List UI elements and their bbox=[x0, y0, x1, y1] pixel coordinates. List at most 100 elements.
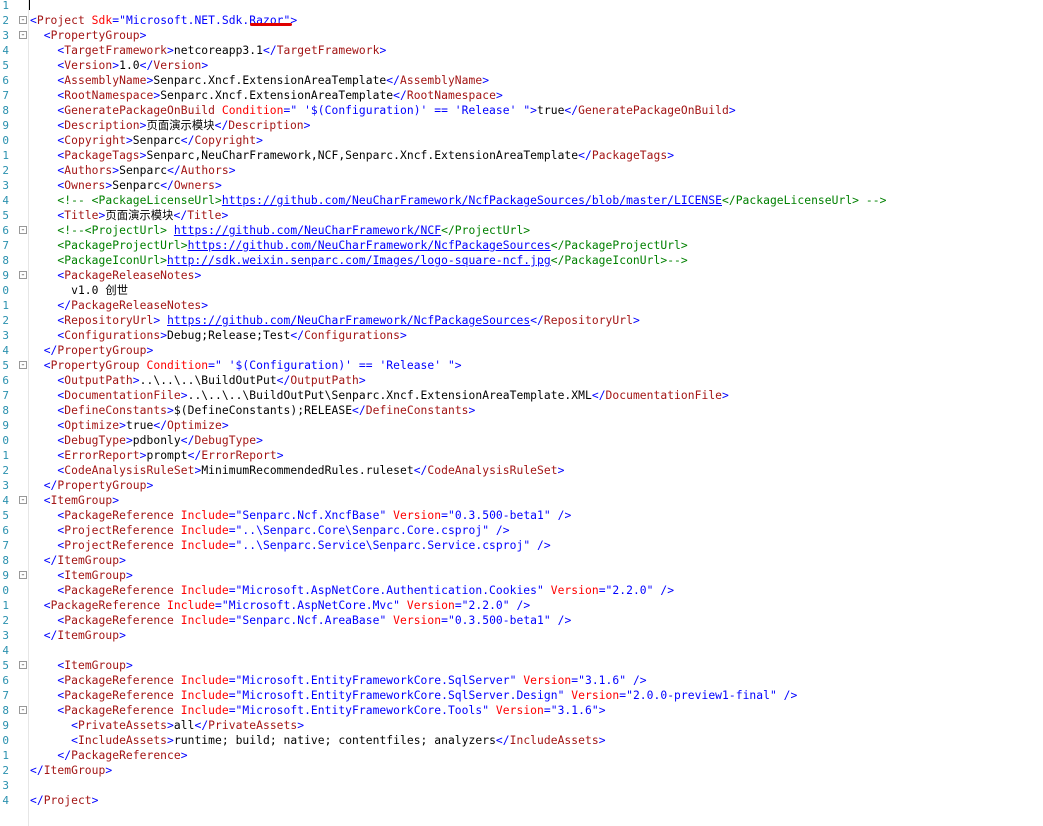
code-line[interactable]: 2- <Project Sdk="Microsoft.NET.Sdk.Razor"… bbox=[0, 13, 1043, 28]
code-line[interactable]: 3 <Owners>Senparc</Owners> bbox=[0, 178, 1043, 193]
code-line[interactable]: 2 <PackageReference Include="Senparc.Ncf… bbox=[0, 613, 1043, 628]
collapse-icon[interactable]: - bbox=[19, 706, 27, 715]
code-line[interactable]: 5 <PackageReference Include="Senparc.Ncf… bbox=[0, 508, 1043, 523]
code-line[interactable]: 4 </PropertyGroup> bbox=[0, 343, 1043, 358]
code-line[interactable]: 1 <ErrorReport>prompt</ErrorReport> bbox=[0, 448, 1043, 463]
code-line[interactable]: 9 - <ItemGroup> bbox=[0, 568, 1043, 583]
xml-punctuation: =" bbox=[112, 14, 126, 27]
xml-punctuation: > bbox=[598, 734, 606, 747]
code-line[interactable]: 0 <Copyright>Senparc</Copyright> bbox=[0, 133, 1043, 148]
xml-punctuation: > bbox=[256, 434, 263, 447]
code-line[interactable]: 7 <PackageProjectUrl>https://github.com/… bbox=[0, 238, 1043, 253]
code-line[interactable]: 1 </PackageReference> bbox=[0, 748, 1043, 763]
code-line[interactable]: 8 - <PackageReference Include="Microsoft.… bbox=[0, 703, 1043, 718]
collapse-icon[interactable]: - bbox=[19, 31, 27, 40]
xml-punctuation: > bbox=[303, 119, 311, 132]
code-line[interactable]: 2 <CodeAnalysisRuleSet>MinimumRecommende… bbox=[0, 463, 1043, 478]
code-line[interactable]: 4 </Project> bbox=[0, 793, 1043, 808]
url-link[interactable]: https://github.com/NeuCharFramework/NcfP… bbox=[222, 194, 722, 207]
line-number: 5 bbox=[2, 509, 9, 522]
code-line[interactable]: 3 bbox=[0, 778, 1043, 793]
code-line[interactable]: 2 </ItemGroup> bbox=[0, 763, 1043, 778]
xml-punctuation: > bbox=[132, 374, 140, 387]
url-link[interactable]: https://github.com/NeuCharFramework/NcfP… bbox=[167, 314, 530, 327]
code-line[interactable]: 3 <Configurations>Debug;Release;Test</Co… bbox=[0, 328, 1043, 343]
code-line[interactable]: 8 </ItemGroup> bbox=[0, 553, 1043, 568]
code-line[interactable]: 0 v1.0 创世 bbox=[0, 283, 1043, 298]
code-line[interactable]: 3 - <PropertyGroup> bbox=[0, 28, 1043, 43]
code-line[interactable]: 1 <PackageReference Include="Microsoft.A… bbox=[0, 598, 1043, 613]
xml-punctuation: " /> bbox=[646, 584, 675, 597]
code-line[interactable]: 9 <Description>页面演示模块</Description> bbox=[0, 118, 1043, 133]
code-line[interactable]: 0 <DebugType>pdbonly</DebugType> bbox=[0, 433, 1043, 448]
code-line[interactable]: 5 - <PropertyGroup Condition=" '$(Configu… bbox=[0, 358, 1043, 373]
code-line[interactable]: 6 <ProjectReference Include="..\Senparc.… bbox=[0, 523, 1043, 538]
code-line[interactable]: 9 <PrivateAssets>all</PrivateAssets> bbox=[0, 718, 1043, 733]
xml-tag-name: AssemblyName bbox=[64, 74, 147, 87]
xml-punctuation: > bbox=[167, 44, 174, 57]
code-line[interactable]: 4 <TargetFramework>netcoreapp3.1</Target… bbox=[0, 43, 1043, 58]
code-line[interactable]: 6 <PackageReference Include="Microsoft.E… bbox=[0, 673, 1043, 688]
code-line[interactable]: 2 <Authors>Senparc</Authors> bbox=[0, 163, 1043, 178]
xml-attribute-name: Version bbox=[564, 689, 620, 702]
line-number: 5 bbox=[2, 659, 9, 672]
xml-tag-name: PropertyGroup bbox=[57, 344, 147, 357]
xml-text: $(DefineConstants);RELEASE bbox=[173, 404, 353, 417]
collapse-icon[interactable]: - bbox=[19, 361, 27, 370]
code-line[interactable]: 3 </ItemGroup> bbox=[0, 628, 1043, 643]
xml-attribute-value: '$(Configuration)' == 'Release' bbox=[221, 359, 448, 372]
code-line[interactable]: 6 <AssemblyName>Senparc.Xncf.ExtensionAr… bbox=[0, 73, 1043, 88]
line-number: 6 bbox=[2, 374, 9, 387]
code-line[interactable]: 5 <Title>页面演示模块</Title> bbox=[0, 208, 1043, 223]
code-line[interactable]: 8 <GeneratePackageOnBuild Condition=" '$… bbox=[0, 103, 1043, 118]
xml-text bbox=[30, 29, 44, 42]
code-line[interactable]: 9 <Optimize>true</Optimize> bbox=[0, 418, 1043, 433]
code-line[interactable]: 8 <DefineConstants>$(DefineConstants);RE… bbox=[0, 403, 1043, 418]
code-line[interactable]: 9 - <PackageReleaseNotes> bbox=[0, 268, 1043, 283]
collapse-icon[interactable]: - bbox=[19, 271, 27, 280]
xml-tag-name: CodeAnalysisRuleSet bbox=[427, 464, 558, 477]
xml-punctuation: > bbox=[125, 659, 133, 672]
code-line[interactable]: 4 bbox=[0, 643, 1043, 658]
code-line[interactable]: 5 <Version>1.0</Version> bbox=[0, 58, 1043, 73]
collapse-icon[interactable]: - bbox=[19, 496, 27, 505]
code-line[interactable]: 7 <ProjectReference Include="..\Senparc.… bbox=[0, 538, 1043, 553]
url-link[interactable]: https://github.com/NeuCharFramework/NcfP… bbox=[188, 239, 551, 252]
collapse-icon[interactable]: - bbox=[19, 16, 27, 25]
code-line[interactable]: 4 <!-- <PackageLicenseUrl>https://github… bbox=[0, 193, 1043, 208]
xml-text: Senparc bbox=[112, 179, 161, 192]
collapse-icon[interactable]: - bbox=[19, 571, 27, 580]
xml-text: ..\..\..\BuildOutPut bbox=[139, 374, 277, 387]
code-line[interactable]: 6 <OutputPath>..\..\..\BuildOutPut</Outp… bbox=[0, 373, 1043, 388]
code-line[interactable]: 3 </PropertyGroup> bbox=[0, 478, 1043, 493]
xml-punctuation: > bbox=[167, 404, 174, 417]
code-line[interactable]: 2 <RepositoryUrl> https://github.com/Neu… bbox=[0, 313, 1043, 328]
xml-punctuation: "> bbox=[591, 704, 606, 717]
code-line[interactable]: 7 <RootNamespace>Senparc.Xncf.ExtensionA… bbox=[0, 88, 1043, 103]
xml-text bbox=[30, 119, 57, 132]
xml-tag-name: Title bbox=[187, 209, 222, 222]
xml-tag-name: PackageReference bbox=[64, 674, 174, 687]
code-line[interactable]: 1 bbox=[0, 0, 1043, 13]
line-number: 3 bbox=[2, 779, 9, 792]
code-line[interactable]: 7 <PackageReference Include="Microsoft.E… bbox=[0, 688, 1043, 703]
line-code: <ProjectReference Include="..\Senparc.Se… bbox=[30, 538, 551, 553]
line-number: 2 bbox=[2, 464, 9, 477]
collapse-icon[interactable]: - bbox=[19, 661, 27, 670]
code-line[interactable]: 1 </PackageReleaseNotes> bbox=[0, 298, 1043, 313]
xml-text bbox=[30, 134, 57, 147]
code-line[interactable]: 6 - <!--<ProjectUrl> https://github.com/N… bbox=[0, 223, 1043, 238]
url-link[interactable]: http://sdk.weixin.senparc.com/Images/log… bbox=[167, 254, 551, 267]
code-line[interactable]: 7 <DocumentationFile>..\..\..\BuildOutPu… bbox=[0, 388, 1043, 403]
code-editor[interactable]: 1 2- <Project Sdk="Microsoft.NET.Sdk.Razor… bbox=[0, 0, 1043, 826]
code-line[interactable]: 0 <PackageReference Include="Microsoft.A… bbox=[0, 583, 1043, 598]
code-line[interactable]: 1 <PackageTags>Senparc,NeuCharFramework,… bbox=[0, 148, 1043, 163]
code-line[interactable]: 0 <IncludeAssets>runtime; build; native;… bbox=[0, 733, 1043, 748]
xml-punctuation: " bbox=[393, 599, 400, 612]
xml-tag-name: Version bbox=[64, 59, 113, 72]
code-line[interactable]: 8 <PackageIconUrl>http://sdk.weixin.senp… bbox=[0, 253, 1043, 268]
code-line[interactable]: 4 - <ItemGroup> bbox=[0, 493, 1043, 508]
collapse-icon[interactable]: - bbox=[19, 226, 27, 235]
url-link[interactable]: https://github.com/NeuCharFramework/NCF bbox=[174, 224, 441, 237]
code-line[interactable]: 5 - <ItemGroup> bbox=[0, 658, 1043, 673]
